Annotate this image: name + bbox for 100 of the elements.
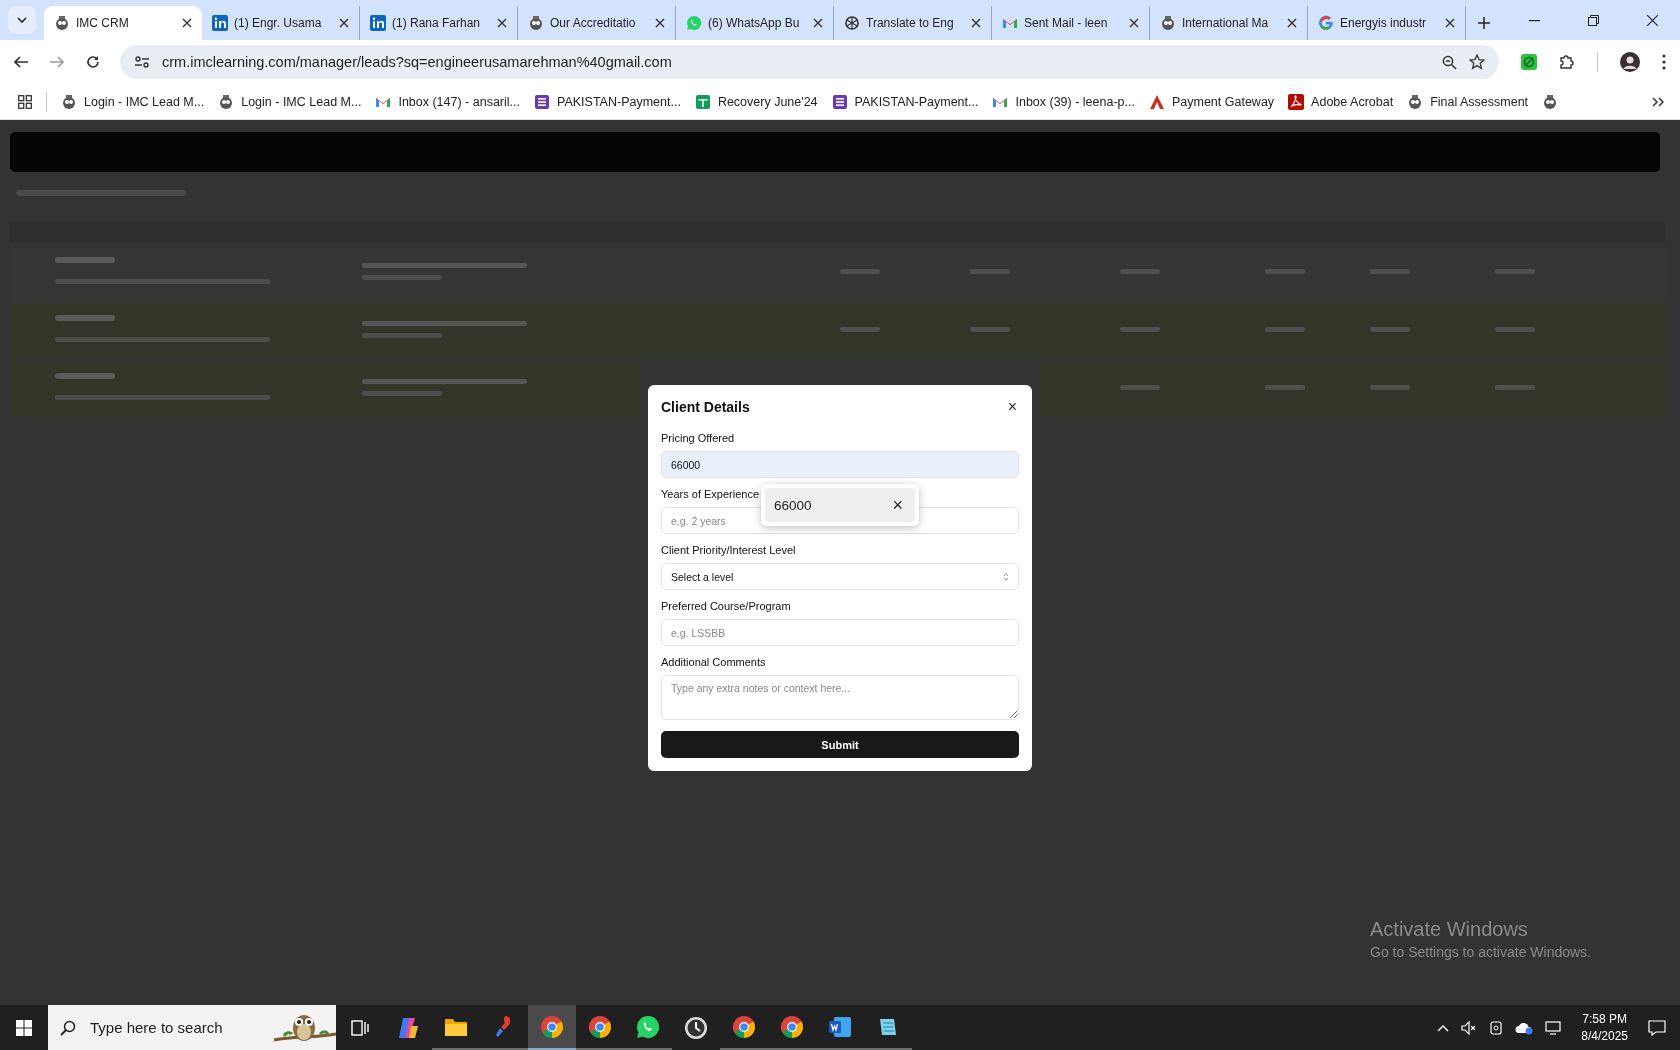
address-bar[interactable]: crm.imclearning.com/manager/leads?sq=engineerusamarehman%40gmail.com (120, 45, 1499, 79)
list-doc-icon (831, 93, 848, 110)
field-label: Preferred Course/Program (661, 600, 792, 612)
bookmark[interactable]: Inbox (39) - leena-p... (992, 94, 1135, 109)
close-icon[interactable] (1287, 18, 1297, 28)
cloud-icon[interactable] (1515, 1020, 1534, 1035)
close-icon[interactable] (971, 18, 981, 28)
bookmark[interactable]: PAKISTAN-Payment... (534, 93, 681, 110)
tab-title: Energyis industr (1340, 16, 1428, 30)
notifications-icon[interactable] (1648, 1019, 1666, 1036)
puzzle-icon[interactable] (1559, 54, 1575, 70)
field-label: Client Priority/Interest Level (661, 544, 797, 556)
close-icon[interactable] (655, 18, 665, 28)
taskbar-date: 8/4/2025 (1581, 1029, 1628, 1043)
search-field[interactable]: Type here to search (88, 1018, 260, 1037)
close-icon[interactable] (1445, 18, 1455, 28)
minimize-icon[interactable] (1529, 19, 1540, 22)
field-label: Pricing Offered (661, 432, 736, 444)
tab-title: (6) WhatsApp Bu (708, 16, 801, 30)
input-field[interactable]: e.g. LSSBB (661, 619, 1019, 646)
sheet-icon (694, 93, 711, 110)
dialog-title: Client Details (661, 399, 750, 415)
apps-grid-icon[interactable] (18, 94, 32, 109)
owl-logo-icon (1160, 15, 1176, 31)
url-text: crm.imclearning.com/manager/leads?sq=engineerusamarehman%40gmail.com (162, 54, 672, 70)
close-icon[interactable] (182, 18, 192, 28)
whatsapp-icon (636, 1014, 660, 1039)
bookmark[interactable]: Inbox (147) - ansaril... (375, 94, 520, 109)
bookmark[interactable]: Payment Gateway (1148, 93, 1275, 110)
select-dropdown[interactable]: Select a level (661, 563, 1019, 590)
plus-icon[interactable] (1478, 17, 1490, 29)
browser-tab[interactable]: IMC CRM (44, 6, 202, 40)
mail-icon (992, 95, 1009, 108)
avatar-icon[interactable] (1620, 52, 1640, 72)
double-chevron-icon[interactable] (1652, 96, 1664, 107)
chrome-icon (540, 1014, 564, 1039)
comments-field[interactable]: Type any extra notes or context here... (661, 675, 1019, 720)
mail-icon (1002, 17, 1018, 29)
field-label: Additional Comments (661, 656, 767, 668)
list-doc-icon (534, 93, 550, 110)
tab-title: IMC CRM (76, 16, 130, 30)
folder-icon (444, 1016, 468, 1037)
copilot-icon (396, 1015, 420, 1040)
chevron-down-icon (17, 17, 27, 23)
google-icon (1318, 15, 1334, 31)
pdf-icon (1288, 93, 1305, 110)
tab-title: International Ma (1182, 16, 1270, 30)
bookmark[interactable]: Login - IMC Lead M... (61, 93, 205, 110)
close-icon[interactable] (1647, 15, 1658, 26)
whatsapp-icon (686, 15, 702, 31)
taskbar-time: 7:58 PM (1582, 1012, 1627, 1026)
close-button[interactable]: × (1005, 398, 1019, 416)
task-view-icon (351, 1019, 369, 1036)
zoom-icon[interactable] (1442, 54, 1457, 70)
extension-icon[interactable] (1521, 54, 1537, 70)
chevron-up-icon[interactable] (1437, 1023, 1450, 1032)
network-icon[interactable] (1545, 1020, 1562, 1035)
star-icon[interactable] (1469, 54, 1485, 70)
device-icon[interactable] (1489, 1020, 1504, 1035)
mail-icon (375, 95, 392, 108)
activation-text: Go to Settings to activate Windows. (1370, 944, 1591, 960)
site-settings-icon[interactable] (134, 55, 150, 69)
input-field[interactable]: 66000 (661, 451, 1019, 478)
owl-logo-icon (218, 93, 235, 110)
reload-icon[interactable] (86, 55, 100, 69)
bookmark[interactable]: Final Assessment (1407, 93, 1529, 110)
bookmark[interactable]: Recovery June'24 (694, 93, 818, 110)
owl-logo-icon (1542, 93, 1559, 110)
field-label: Years of Experience (661, 488, 761, 500)
activation-title: Activate Windows (1370, 918, 1529, 941)
search-bar[interactable]: Type here to search (48, 1005, 336, 1050)
triangle-logo-icon (1148, 93, 1165, 110)
tab-title: Translate to Eng (866, 16, 955, 30)
back-arrow-icon[interactable] (14, 56, 28, 68)
speaker-muted-icon[interactable] (1461, 1020, 1478, 1035)
bookmark[interactable]: PAKISTAN-Payment... (831, 93, 979, 110)
bookmark[interactable]: Login - IMC Lead M... (218, 93, 362, 110)
chrome-icon (780, 1014, 804, 1039)
linkedin-icon (212, 15, 228, 31)
submit-button[interactable]: Submit (661, 731, 1019, 758)
autofill-suggestion[interactable]: 66000 × (765, 488, 915, 522)
chrome-icon (588, 1014, 612, 1039)
bookmark[interactable] (1542, 93, 1559, 110)
clock-icon (684, 1015, 708, 1040)
close-icon[interactable] (813, 18, 823, 28)
close-icon[interactable] (339, 18, 349, 28)
updown-caret-icon (1003, 571, 1009, 582)
close-icon[interactable] (497, 18, 507, 28)
owl-logo-icon (61, 93, 77, 110)
linkedin-icon (370, 15, 386, 31)
restore-icon[interactable] (1588, 15, 1599, 26)
search-icon (60, 1019, 76, 1036)
forward-arrow-icon[interactable] (50, 56, 64, 68)
tab-title: (1) Rana Farhan (392, 16, 482, 30)
bookmark[interactable]: Adobe Acrobat (1288, 93, 1394, 110)
tab-title: Sent Mail - leen (1024, 16, 1109, 30)
more-menu-icon[interactable] (1662, 54, 1666, 70)
tab-search-button[interactable] (8, 6, 36, 34)
windows-logo-icon (16, 1019, 32, 1036)
close-icon[interactable] (1129, 18, 1139, 28)
